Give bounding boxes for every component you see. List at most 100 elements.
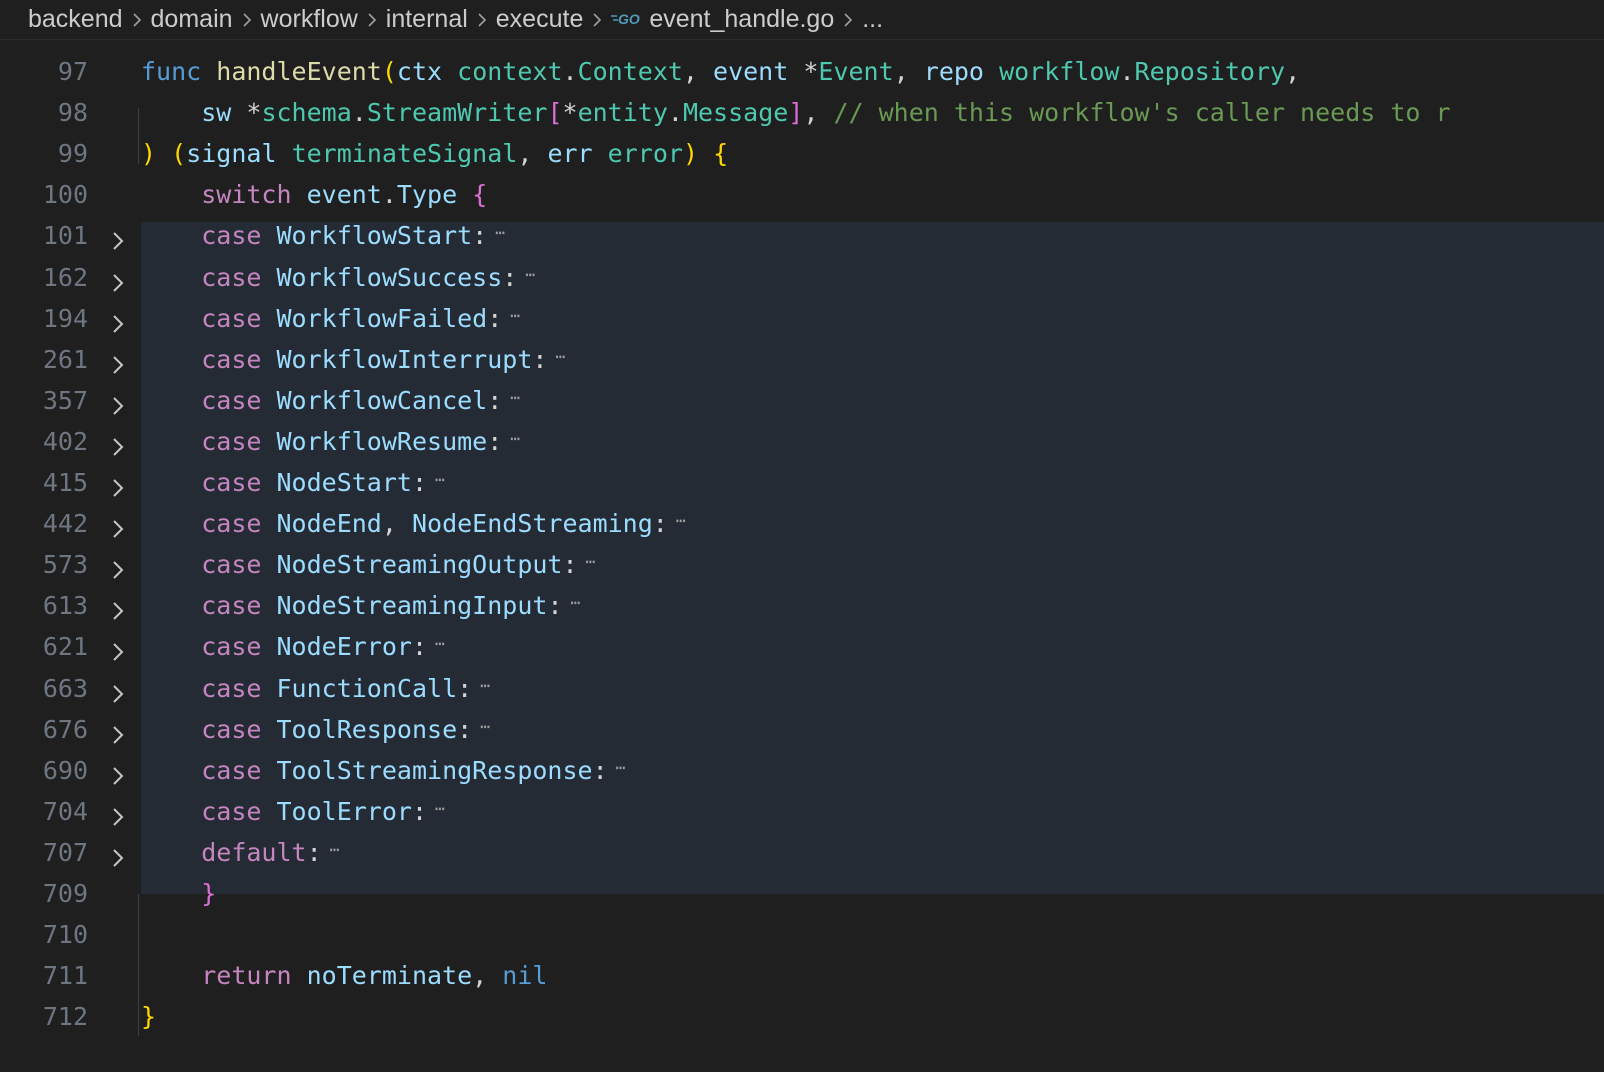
code-token: WorkflowSuccess — [276, 262, 503, 292]
breadcrumb-item[interactable]: domain — [151, 5, 233, 34]
fold-chevron-icon[interactable] — [108, 389, 128, 415]
folded-ellipsis-icon[interactable]: ⋯ — [616, 750, 626, 786]
code-line[interactable]: 613 case NodeStreamingInput: ⋯ — [0, 585, 1604, 627]
folded-ellipsis-icon[interactable]: ⋯ — [480, 668, 490, 704]
fold-chevron-icon[interactable] — [108, 800, 128, 826]
code-line[interactable]: 357 case WorkflowCancel: ⋯ — [0, 380, 1604, 422]
folded-ellipsis-icon[interactable]: ⋯ — [525, 257, 535, 293]
code-text: } — [141, 873, 216, 915]
folded-ellipsis-icon[interactable]: ⋯ — [330, 832, 340, 868]
line-number: 100 — [42, 180, 88, 210]
breadcrumb-item[interactable]: workflow — [261, 5, 358, 34]
breadcrumb-more[interactable]: ... — [862, 5, 883, 34]
line-number: 707 — [42, 837, 88, 867]
code-line[interactable]: 442 case NodeEnd, NodeEndStreaming: ⋯ — [0, 503, 1604, 545]
breadcrumb-item[interactable]: event_handle.go — [649, 5, 834, 34]
folded-ellipsis-icon[interactable]: ⋯ — [676, 503, 686, 539]
code-line[interactable]: 98 sw *schema.StreamWriter[*entity.Messa… — [0, 92, 1604, 134]
folded-ellipsis-icon[interactable]: ⋯ — [586, 544, 596, 580]
folded-ellipsis-icon[interactable]: ⋯ — [435, 791, 445, 827]
fold-chevron-icon[interactable] — [108, 471, 128, 497]
fold-chevron-icon[interactable] — [108, 841, 128, 867]
svg-text:GO: GO — [618, 11, 640, 27]
folded-ellipsis-icon[interactable]: ⋯ — [571, 585, 581, 621]
folded-ellipsis-icon[interactable]: ⋯ — [435, 626, 445, 662]
code-editor[interactable]: 97 func handleEvent(ctx context.Context, … — [0, 40, 1604, 1072]
code-line[interactable]: 712} — [0, 996, 1604, 1038]
code-token: . — [1119, 57, 1135, 86]
fold-chevron-icon[interactable] — [108, 512, 128, 538]
code-line[interactable]: 261 case WorkflowInterrupt: ⋯ — [0, 339, 1604, 381]
code-text: case NodeError: ⋯ — [141, 626, 445, 668]
code-token: WorkflowStart — [276, 221, 473, 251]
folded-ellipsis-icon[interactable]: ⋯ — [555, 339, 565, 375]
breadcrumb-item[interactable]: backend — [28, 5, 123, 34]
code-line[interactable]: 162 case WorkflowSuccess: ⋯ — [0, 257, 1604, 299]
code-line[interactable]: 402 case WorkflowResume: ⋯ — [0, 421, 1604, 463]
code-line[interactable]: 99) (signal terminateSignal, err error) … — [0, 133, 1604, 175]
code-line[interactable]: 676 case ToolResponse: ⋯ — [0, 709, 1604, 751]
fold-chevron-icon[interactable] — [108, 635, 128, 662]
code-text: case ToolError: ⋯ — [141, 791, 445, 833]
code-line[interactable]: 710 — [0, 914, 1604, 956]
fold-chevron-icon[interactable] — [108, 348, 128, 374]
code-line[interactable]: 663 case FunctionCall: ⋯ — [0, 668, 1604, 710]
code-line[interactable]: 415 case NodeStart: ⋯ — [0, 462, 1604, 504]
fold-chevron-icon[interactable] — [108, 430, 128, 456]
code-line[interactable]: 573 case NodeStreamingOutput: ⋯ — [0, 544, 1604, 586]
code-token: error — [607, 139, 683, 169]
fold-chevron-icon[interactable] — [108, 759, 128, 785]
code-line[interactable]: 704 case ToolError: ⋯ — [0, 791, 1604, 833]
code-token: * — [788, 57, 819, 86]
code-line[interactable]: 101 case WorkflowStart: ⋯ — [0, 215, 1604, 257]
line-number: 690 — [42, 755, 88, 785]
code-line[interactable]: 709 } — [0, 873, 1604, 915]
folded-ellipsis-icon[interactable]: ⋯ — [495, 215, 505, 251]
code-line[interactable]: 711 return noTerminate, nil — [0, 955, 1604, 997]
fold-chevron-icon[interactable] — [108, 307, 128, 333]
code-line[interactable]: 100 switch event.Type { — [0, 174, 1604, 216]
code-token: repo — [923, 57, 984, 86]
fold-chevron-icon[interactable] — [108, 718, 128, 744]
code-token: case — [201, 303, 262, 333]
code-token: Event — [818, 57, 894, 86]
code-token: WorkflowInterrupt — [276, 344, 533, 374]
fold-chevron-icon[interactable] — [108, 224, 128, 251]
code-token: } — [141, 1002, 157, 1032]
code-text: case FunctionCall: ⋯ — [141, 668, 490, 710]
code-text: case WorkflowFailed: ⋯ — [141, 298, 520, 340]
code-token: entity — [577, 98, 668, 128]
fold-chevron-icon[interactable] — [108, 677, 128, 703]
code-line[interactable]: 194 case WorkflowFailed: ⋯ — [0, 298, 1604, 340]
code-token: ) — [141, 139, 157, 169]
code-line[interactable]: 97 func handleEvent(ctx context.Context, … — [0, 51, 1604, 93]
folded-ellipsis-icon[interactable]: ⋯ — [510, 380, 520, 416]
fold-chevron-icon[interactable] — [108, 594, 128, 621]
folded-ellipsis-icon[interactable]: ⋯ — [510, 421, 520, 457]
breadcrumb-item[interactable]: execute — [496, 5, 584, 34]
code-line[interactable]: 690 case ToolStreamingResponse: ⋯ — [0, 750, 1604, 792]
breadcrumb-item[interactable]: internal — [386, 5, 468, 34]
code-line[interactable]: 621 case NodeError: ⋯ — [0, 626, 1604, 668]
folded-ellipsis-icon[interactable]: ⋯ — [435, 462, 445, 498]
folded-ellipsis-icon[interactable]: ⋯ — [510, 298, 520, 334]
code-token: nil — [502, 961, 548, 991]
folded-ellipsis-icon[interactable]: ⋯ — [480, 709, 490, 745]
code-token: , — [803, 98, 834, 128]
fold-chevron-icon[interactable] — [108, 553, 128, 579]
code-line[interactable]: 707 default: ⋯ — [0, 832, 1604, 874]
fold-chevron-icon[interactable] — [108, 266, 128, 292]
